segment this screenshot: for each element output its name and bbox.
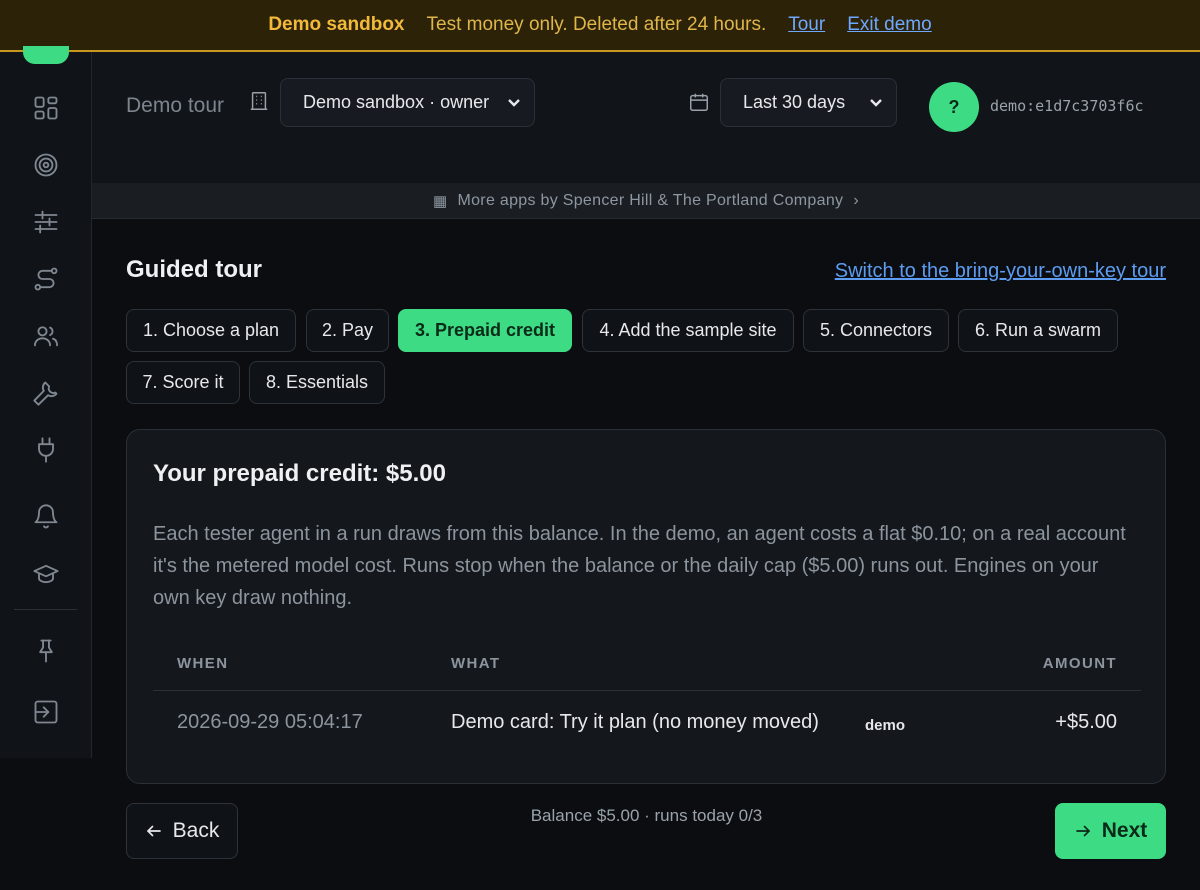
balance-status: Balance $5.00 · runs today 0/3 — [530, 806, 763, 825]
date-range-select-value: Last 30 days — [743, 92, 846, 112]
column-when: WHEN — [177, 655, 229, 672]
demo-badge: demo — [865, 717, 906, 734]
step-label: 3. Prepaid credit — [414, 320, 556, 340]
arrow-right-icon — [1075, 825, 1090, 837]
table-row: 2026-09-29 05:04:17 Demo card: Try it pl… — [153, 705, 1141, 745]
row-what: Demo card: Try it plan (no money moved) — [451, 711, 819, 733]
grid-icon: ▦ — [433, 192, 448, 210]
graduation-cap-icon[interactable] — [28, 556, 64, 592]
column-amount: AMOUNT — [1042, 655, 1117, 672]
pin-icon[interactable] — [28, 633, 64, 669]
column-what: WHAT — [451, 655, 501, 672]
step-label: 5. Connectors — [819, 320, 933, 340]
byok-tour-link[interactable]: Switch to the bring-your-own-key tour — [835, 260, 1166, 283]
more-apps-text: More apps by Spencer Hill & The Portland… — [457, 191, 844, 209]
dashboard-icon[interactable] — [28, 90, 64, 126]
step-5-connectors[interactable]: 5. Connectors — [803, 309, 949, 352]
step-label: 2. Pay — [321, 320, 374, 340]
step-label: 1. Choose a plan — [142, 320, 280, 340]
next-label: Next — [1101, 819, 1148, 842]
demo-banner: Demo sandbox Test money only. Deleted af… — [0, 0, 1200, 52]
chevron-down-icon — [506, 94, 522, 110]
step-7-score-it[interactable]: 7. Score it — [126, 361, 240, 404]
tour-link[interactable]: Tour — [788, 14, 825, 36]
exit-demo-link[interactable]: Exit demo — [847, 14, 931, 36]
plug-icon[interactable] — [28, 432, 64, 468]
date-range-select[interactable]: Last 30 days — [720, 78, 897, 127]
workspace-select[interactable]: Demo sandbox · owner — [280, 78, 535, 127]
row-amount: +$5.00 — [1055, 711, 1117, 733]
step-2-pay[interactable]: 2. Pay — [306, 309, 389, 352]
step-4-add-sample-site[interactable]: 4. Add the sample site — [582, 309, 794, 352]
banner-title: Demo sandbox — [268, 14, 405, 35]
row-when: 2026-09-29 05:04:17 — [177, 711, 363, 733]
top-header: Demo tour Demo sandbox · owner Last 30 d… — [92, 52, 1200, 183]
users-icon[interactable] — [28, 318, 64, 354]
step-3-prepaid-credit[interactable]: 3. Prepaid credit — [398, 309, 572, 352]
step-6-run-swarm[interactable]: 6. Run a swarm — [958, 309, 1118, 352]
step-label: 6. Run a swarm — [974, 320, 1102, 340]
step-label: 4. Add the sample site — [599, 320, 777, 340]
target-icon[interactable] — [28, 147, 64, 183]
step-1-choose-plan[interactable]: 1. Choose a plan — [126, 309, 296, 352]
building-icon — [248, 90, 272, 114]
wrench-icon[interactable] — [28, 375, 64, 411]
calendar-icon — [688, 91, 712, 115]
sliders-icon[interactable] — [28, 204, 64, 240]
sidebar-divider — [14, 609, 77, 610]
credit-title: Your prepaid credit: $5.00 — [153, 460, 446, 487]
credit-description: Each tester agent in a run draws from th… — [153, 523, 1126, 609]
sign-in-icon[interactable] — [28, 694, 64, 730]
banner-message: Test money only. Deleted after 24 hours. — [426, 14, 767, 35]
sidebar — [0, 46, 92, 758]
bell-icon[interactable] — [28, 499, 64, 535]
app-logo[interactable] — [23, 46, 69, 64]
tour-title: Guided tour — [126, 256, 262, 283]
workspace-select-value: Demo sandbox · owner — [303, 92, 490, 112]
avatar[interactable]: ? — [929, 82, 979, 132]
route-icon[interactable] — [28, 261, 64, 297]
ledger-table-header: WHEN WHAT AMOUNT — [153, 653, 1141, 691]
step-label: 8. Essentials — [265, 372, 369, 392]
more-apps-strip[interactable]: ▦ More apps by Spencer Hill & The Portla… — [92, 183, 1200, 219]
step-label: 7. Score it — [142, 372, 224, 392]
prepaid-credit-card: Your prepaid credit: $5.00 Each tester a… — [126, 429, 1166, 784]
step-8-essentials[interactable]: 8. Essentials — [249, 361, 385, 404]
chevron-down-icon — [868, 94, 884, 110]
page-title: Demo tour — [126, 94, 225, 117]
next-button[interactable]: Next — [1055, 803, 1166, 859]
chevron-right-icon: › — [853, 191, 859, 209]
user-id: demo:e1d7c3703f6c — [990, 97, 1144, 115]
